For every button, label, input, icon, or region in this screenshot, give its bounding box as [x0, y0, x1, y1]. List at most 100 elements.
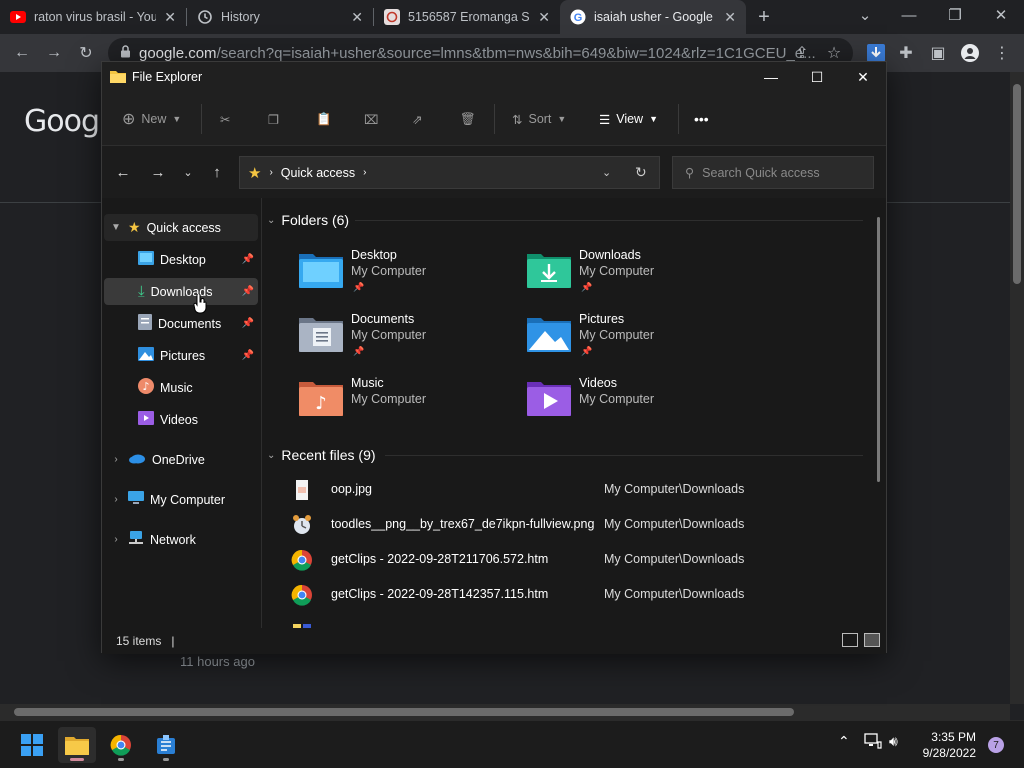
delete-icon[interactable]: 🗑: [460, 106, 476, 132]
taskbar-app[interactable]: [147, 727, 185, 763]
forward-arrow-icon[interactable]: →: [145, 160, 171, 184]
new-tab-button[interactable]: +: [746, 0, 782, 34]
start-button[interactable]: [13, 727, 51, 763]
taskbar-file-explorer[interactable]: [58, 727, 96, 763]
chevron-right-icon[interactable]: ›: [110, 494, 122, 505]
url-path: /search?q=isaiah+usher&source=lmns&tbm=n…: [216, 44, 816, 62]
view-button[interactable]: ☰ View ▼: [599, 106, 658, 132]
folder-tile-desktop[interactable]: Desktop My Computer 📌: [299, 246, 519, 302]
folder-tile-documents[interactable]: Documents My Computer 📌: [299, 310, 519, 366]
profile-avatar-icon[interactable]: [954, 37, 986, 69]
address-bar[interactable]: ★ › Quick access › ⌄ ↻: [239, 156, 660, 189]
side-panel-icon[interactable]: ▣: [922, 37, 954, 69]
rename-icon[interactable]: ⌧: [364, 106, 378, 132]
extensions-puzzle-icon[interactable]: ✚: [890, 37, 922, 69]
share-icon[interactable]: ⇗: [412, 106, 422, 132]
close-tab-icon[interactable]: ✕: [351, 9, 363, 26]
chrome-menu-icon[interactable]: ⋮: [986, 37, 1018, 69]
notification-badge[interactable]: 7: [988, 737, 1004, 753]
page-vertical-scrollbar[interactable]: [1010, 72, 1024, 704]
sidebar-item-videos[interactable]: Videos: [104, 406, 258, 433]
refresh-icon[interactable]: ↻: [635, 164, 647, 181]
volume-icon[interactable]: 🔊︎: [889, 733, 898, 750]
address-history-chevron-icon[interactable]: ⌄: [602, 166, 611, 179]
sort-button[interactable]: ⇅ Sort ▼: [512, 106, 566, 132]
minimize-browser-icon[interactable]: —: [886, 0, 932, 30]
details-view-icon[interactable]: [842, 633, 858, 647]
chevron-right-icon[interactable]: ›: [110, 534, 122, 545]
recent-files-section-header[interactable]: ⌄ Recent files (9): [267, 447, 376, 463]
separator: [678, 104, 679, 134]
folders-section-header[interactable]: ⌄ Folders (6): [267, 212, 349, 228]
scroll-thumb[interactable]: [1013, 84, 1021, 284]
maximize-icon[interactable]: ☐: [794, 62, 840, 92]
download-arrow-icon: ⤓: [138, 283, 145, 300]
close-browser-icon[interactable]: ✕: [978, 0, 1024, 30]
forward-arrow-icon[interactable]: →: [38, 37, 70, 69]
desktop-icon: [138, 251, 154, 268]
png-file-icon: [293, 515, 311, 534]
show-hidden-icons-chevron-icon[interactable]: ⌃: [838, 733, 850, 750]
paste-icon[interactable]: 📋: [316, 106, 332, 132]
pin-icon: 📌: [581, 282, 593, 292]
chevron-down-icon[interactable]: ▼: [110, 222, 122, 233]
music-folder-icon: ♪: [299, 382, 343, 416]
folder-tile-videos[interactable]: Videos My Computer: [527, 374, 747, 430]
taskbar-chrome[interactable]: [102, 727, 140, 763]
search-box[interactable]: ⚲ Search Quick access: [672, 156, 874, 189]
content-scrollbar[interactable]: [877, 217, 880, 482]
recent-file-row[interactable]: toodles__png__by_trex67_de7ikpn-fullview…: [291, 510, 851, 540]
new-button[interactable]: ⊕ New ▼: [122, 106, 181, 132]
tab-eromanga[interactable]: 5156587 Eromanga Sensei ✕: [374, 0, 560, 34]
tab-history[interactable]: History ✕: [187, 0, 373, 34]
page-horizontal-scrollbar[interactable]: [0, 704, 1010, 720]
folder-location: My Computer: [351, 328, 427, 342]
tab-google-search[interactable]: G isaiah usher - Google Search ✕: [560, 0, 746, 34]
sidebar-item-quick-access[interactable]: ▼ ★ Quick access: [104, 214, 258, 241]
copy-icon[interactable]: ❐: [268, 106, 279, 132]
sidebar-item-network[interactable]: › Network: [104, 526, 258, 553]
sidebar-item-music[interactable]: ♪ Music: [104, 374, 258, 401]
up-arrow-icon[interactable]: ↑: [204, 160, 230, 184]
recent-file-row[interactable]: getClips - 2022-09-28T142357.115.htm My …: [291, 580, 851, 610]
close-tab-icon[interactable]: ✕: [724, 9, 736, 26]
recent-locations-chevron-icon[interactable]: ⌄: [175, 160, 201, 184]
back-arrow-icon[interactable]: ←: [6, 37, 38, 69]
item-count: 15 items: [116, 634, 162, 648]
tab-youtube[interactable]: raton virus brasil - YouTube ✕: [0, 0, 186, 34]
breadcrumb-quick-access[interactable]: Quick access: [281, 166, 355, 180]
close-tab-icon[interactable]: ✕: [538, 9, 550, 26]
clock[interactable]: 3:35 PM 9/28/2022: [923, 729, 976, 761]
sidebar-item-onedrive[interactable]: › OneDrive: [104, 446, 258, 473]
recent-file-row[interactable]: getClips - 2022-09-28T211706.572.htm My …: [291, 545, 851, 575]
cut-icon[interactable]: ✂: [220, 106, 230, 132]
folder-tile-pictures[interactable]: Pictures My Computer 📌: [527, 310, 747, 366]
sidebar-item-desktop[interactable]: Desktop 📌: [104, 246, 258, 273]
file-path: My Computer\Downloads: [604, 552, 745, 566]
chevron-down-icon: ▼: [557, 114, 567, 124]
folder-tile-downloads[interactable]: Downloads My Computer 📌: [527, 246, 747, 302]
scroll-thumb[interactable]: [14, 708, 794, 716]
close-tab-icon[interactable]: ✕: [164, 9, 176, 26]
sort-icon: ⇅: [512, 112, 523, 127]
restore-browser-icon[interactable]: ❐: [932, 0, 978, 30]
sidebar-item-my-computer[interactable]: › My Computer: [104, 486, 258, 513]
back-arrow-icon[interactable]: ←: [110, 160, 136, 184]
folder-tile-music[interactable]: ♪ Music My Computer: [299, 374, 519, 430]
tab-search-chevron-icon[interactable]: ⌄: [842, 0, 888, 30]
recent-file-row-partial[interactable]: [291, 616, 851, 628]
tiles-view-icon[interactable]: [864, 633, 880, 647]
folder-icon: [65, 737, 89, 755]
recent-file-row[interactable]: oop.jpg My Computer\Downloads: [291, 475, 851, 505]
network-status-icon[interactable]: [864, 733, 882, 752]
minimize-icon[interactable]: —: [748, 62, 794, 92]
sidebar-item-downloads[interactable]: ⤓ Downloads 📌: [104, 278, 258, 305]
pin-icon: 📌: [581, 346, 593, 356]
close-icon[interactable]: ✕: [840, 62, 886, 92]
more-options-icon[interactable]: •••: [694, 106, 709, 132]
sidebar-item-pictures[interactable]: Pictures 📌: [104, 342, 258, 369]
chevron-right-icon[interactable]: ›: [110, 454, 122, 465]
sidebar-item-documents[interactable]: Documents 📌: [104, 310, 258, 337]
chevron-down-icon: ⌄: [267, 449, 276, 461]
reload-icon[interactable]: ↻: [70, 37, 102, 69]
